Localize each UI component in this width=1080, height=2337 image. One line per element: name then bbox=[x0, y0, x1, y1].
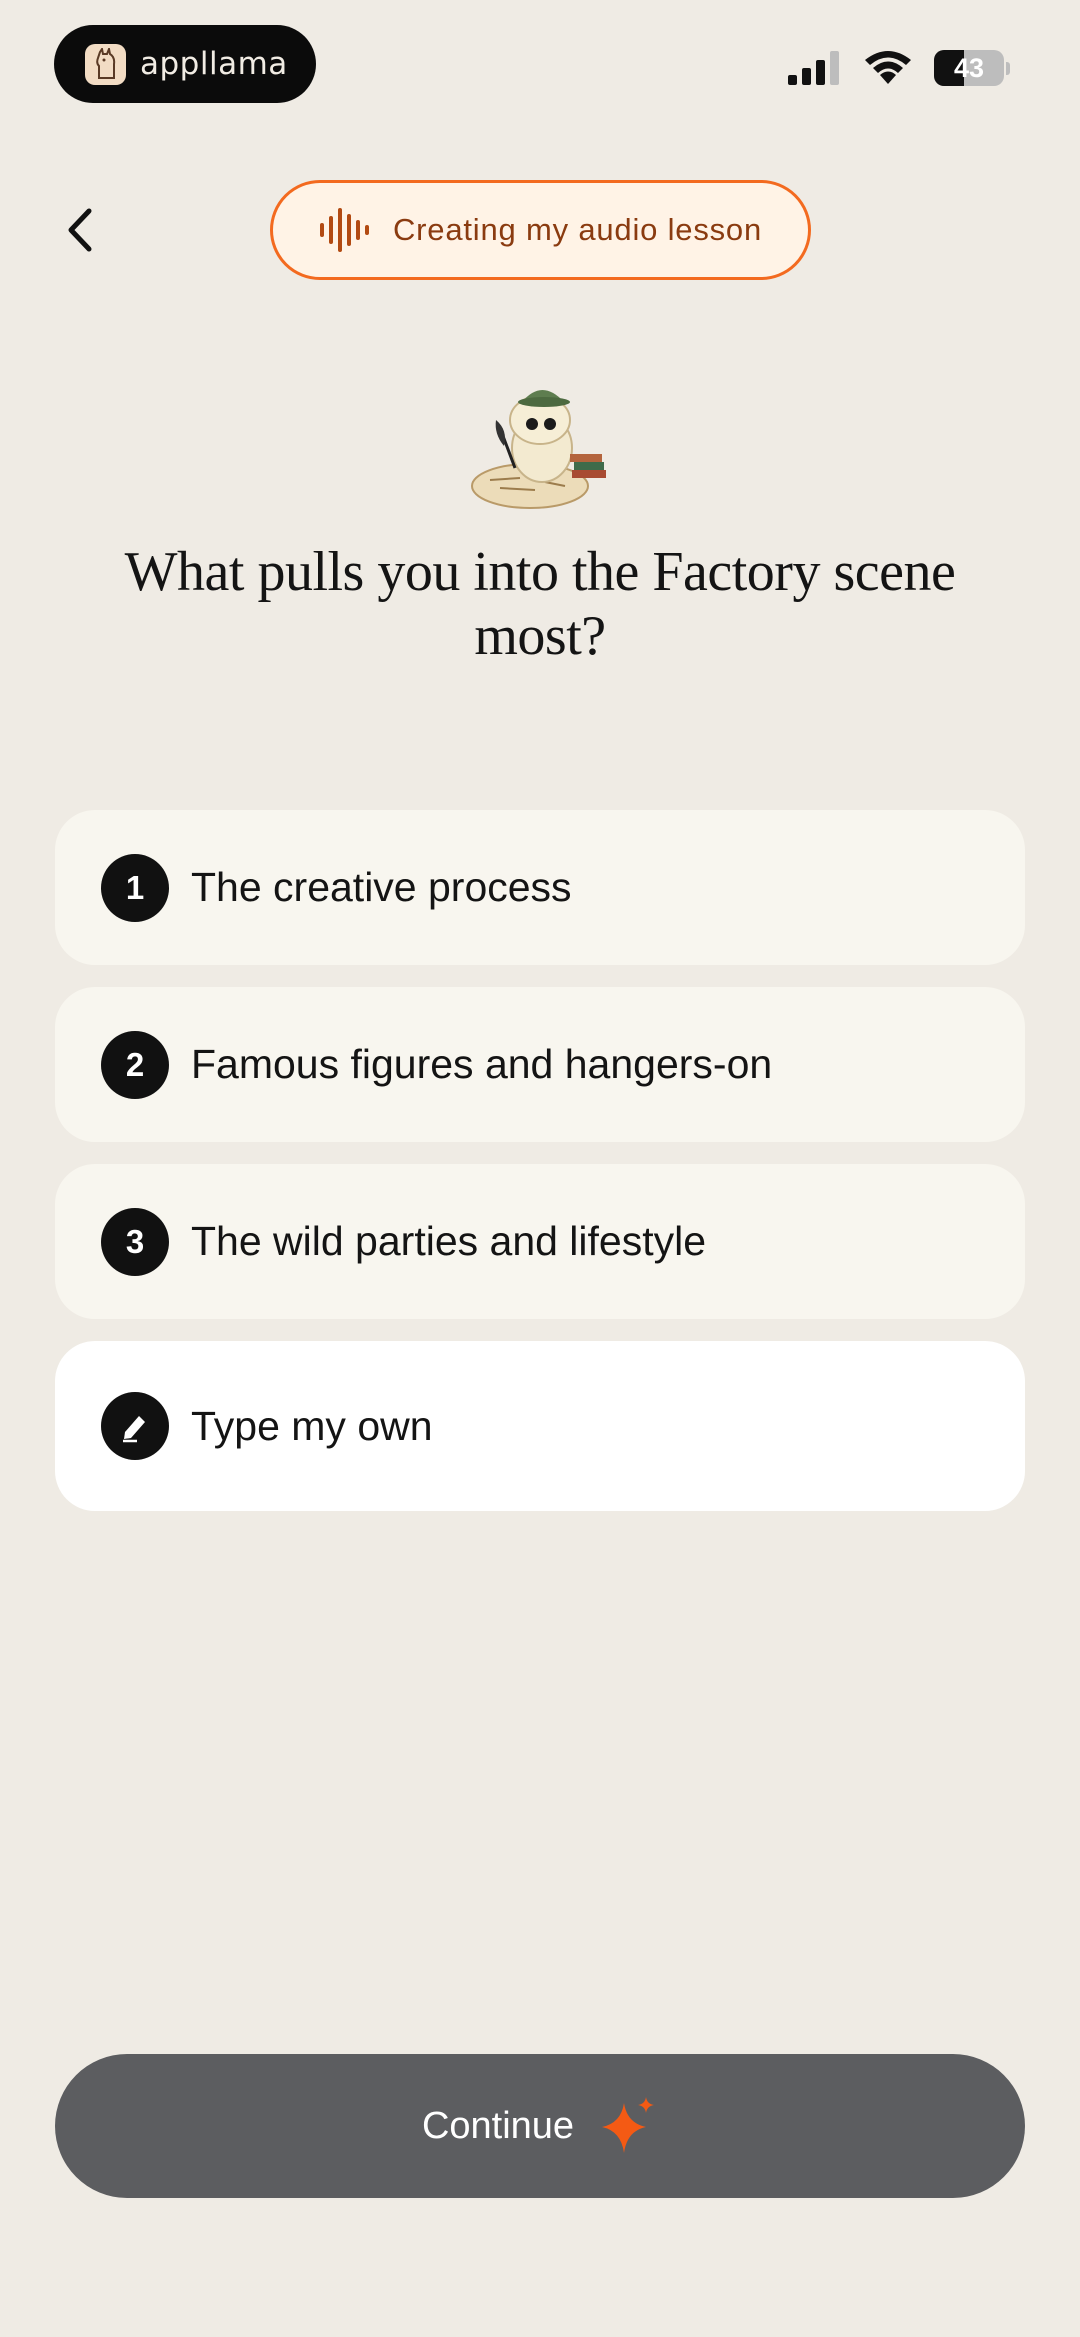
app-switcher-pill[interactable]: appllama bbox=[54, 25, 316, 103]
mascot-illustration bbox=[471, 390, 606, 509]
back-button[interactable] bbox=[52, 200, 108, 260]
option-3[interactable]: 3 The wild parties and lifestyle bbox=[55, 1164, 1025, 1319]
chevron-left-icon bbox=[68, 208, 92, 252]
cellular-signal-icon bbox=[788, 51, 839, 85]
audio-lesson-status-chip: Creating my audio lesson bbox=[270, 180, 811, 280]
type-my-own-option[interactable]: Type my own bbox=[55, 1341, 1025, 1511]
wifi-icon bbox=[865, 51, 911, 84]
sparkle-icon bbox=[602, 2097, 655, 2153]
pencil-icon bbox=[101, 1392, 169, 1460]
option-number-badge: 1 bbox=[101, 853, 169, 922]
option-label: The wild parties and lifestyle bbox=[191, 1218, 707, 1264]
continue-label: Continue bbox=[421, 2104, 575, 2147]
audio-waveform-icon bbox=[320, 208, 369, 252]
battery-icon: 43 bbox=[934, 50, 1010, 86]
option-number-badge: 2 bbox=[101, 1030, 169, 1099]
status-icons: 43 bbox=[788, 50, 1010, 86]
app-name: appllama bbox=[140, 46, 288, 82]
audio-lesson-label: Creating my audio lesson bbox=[393, 212, 762, 247]
option-label: Famous figures and hangers-on bbox=[191, 1041, 773, 1087]
option-label: The creative process bbox=[191, 864, 572, 910]
screen: appllama 43 Creating my audio lesson Wha… bbox=[0, 0, 1080, 2337]
option-label: Type my own bbox=[191, 1402, 433, 1449]
battery-level: 43 bbox=[953, 52, 985, 83]
option-2[interactable]: 2 Famous figures and hangers-on bbox=[55, 987, 1025, 1142]
option-1[interactable]: 1 The creative process bbox=[55, 810, 1025, 965]
option-number-badge: 3 bbox=[101, 1207, 169, 1276]
llama-logo-icon bbox=[85, 43, 126, 85]
continue-button[interactable]: Continue bbox=[55, 2054, 1025, 2198]
question-title: What pulls you into the Factory scene mo… bbox=[124, 541, 956, 667]
